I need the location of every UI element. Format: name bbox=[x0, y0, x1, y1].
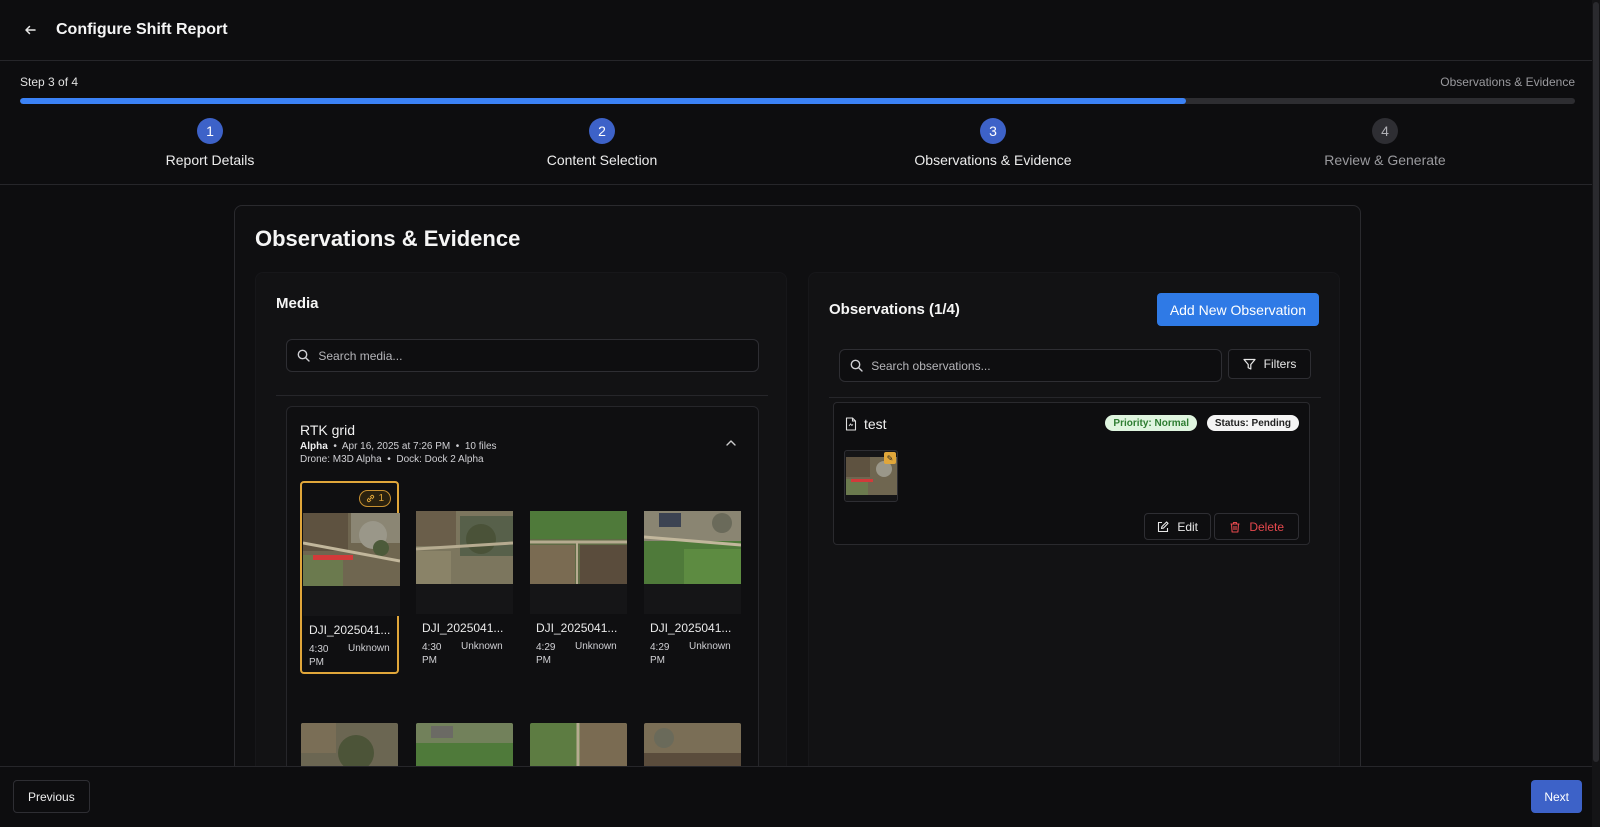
divider bbox=[829, 397, 1321, 398]
step-number: 1 bbox=[197, 118, 223, 144]
media-item[interactable]: DJI_2025041... 4:29 PM Unknown bbox=[529, 481, 628, 674]
media-search-input[interactable] bbox=[318, 348, 758, 363]
media-location: Unknown bbox=[461, 641, 503, 652]
media-location: Unknown bbox=[575, 641, 617, 652]
group-meta: Alpha • Apr 16, 2025 at 7:26 PM • 10 fil… bbox=[300, 441, 497, 452]
progress-bar bbox=[20, 98, 1575, 104]
observations-search-input[interactable] bbox=[871, 358, 1221, 373]
stepper: Step 3 of 4 Observations & Evidence 1 Re… bbox=[0, 61, 1600, 185]
group-date: Apr 16, 2025 at 7:26 PM bbox=[341, 441, 451, 452]
page-title: Configure Shift Report bbox=[56, 21, 228, 38]
evidence-thumbnail[interactable]: ✎ bbox=[844, 450, 898, 502]
media-group: RTK grid Alpha • Apr 16, 2025 at 7:26 PM… bbox=[286, 406, 759, 804]
filters-button[interactable]: Filters bbox=[1228, 349, 1311, 379]
group-files: 10 files bbox=[464, 441, 497, 452]
step-1[interactable]: 1 Report Details bbox=[110, 118, 310, 168]
filter-icon bbox=[1243, 358, 1256, 370]
edit-icon bbox=[1158, 520, 1169, 532]
edit-label: Edit bbox=[1177, 519, 1198, 534]
group-team: Alpha bbox=[300, 441, 328, 452]
search-icon bbox=[850, 359, 863, 373]
link-count-badge: 1 bbox=[359, 490, 391, 507]
observation-name: test bbox=[864, 416, 887, 432]
step-number: 3 bbox=[980, 118, 1006, 144]
media-file-name: DJI_2025041... bbox=[422, 621, 504, 635]
page-scrollbar[interactable] bbox=[1592, 0, 1600, 827]
pencil-icon: ✎ bbox=[884, 452, 896, 464]
step-number: 4 bbox=[1372, 118, 1398, 144]
group-drone: Drone: M3D Alpha bbox=[300, 454, 382, 465]
previous-button[interactable]: Previous bbox=[13, 780, 90, 813]
delete-button[interactable]: Delete bbox=[1214, 513, 1299, 540]
trash-icon bbox=[1230, 521, 1240, 533]
current-step-name: Observations & Evidence bbox=[1440, 75, 1575, 89]
link-icon bbox=[367, 494, 375, 503]
edit-button[interactable]: Edit bbox=[1144, 513, 1211, 540]
observations-panel: Observations (1/4) Add New Observation F… bbox=[808, 272, 1340, 804]
link-count: 1 bbox=[378, 493, 384, 504]
observations-search[interactable] bbox=[839, 349, 1222, 382]
step-count: Step 3 of 4 bbox=[20, 75, 79, 89]
back-arrow-icon[interactable] bbox=[20, 20, 40, 40]
step-3[interactable]: 3 Observations & Evidence bbox=[893, 118, 1093, 168]
progress-fill bbox=[20, 98, 1187, 104]
add-observation-button[interactable]: Add New Observation bbox=[1156, 293, 1319, 326]
priority-badge: Priority: Normal bbox=[1105, 415, 1197, 431]
media-panel: Media RTK grid Alpha • Apr 16, 2025 at 7… bbox=[255, 272, 787, 804]
aerial-photo-thumbnail bbox=[644, 511, 741, 584]
media-search[interactable] bbox=[286, 339, 759, 372]
step-label: Observations & Evidence bbox=[914, 152, 1072, 168]
aerial-photo-thumbnail bbox=[303, 513, 400, 586]
filters-label: Filters bbox=[1263, 357, 1297, 371]
step-label: Report Details bbox=[165, 152, 255, 168]
aerial-photo-thumbnail bbox=[530, 511, 627, 584]
media-time: 4:29 PM bbox=[650, 642, 670, 666]
next-button[interactable]: Next bbox=[1531, 780, 1582, 813]
media-file-name: DJI_2025041... bbox=[536, 621, 618, 635]
group-meta-devices: Drone: M3D Alpha • Dock: Dock 2 Alpha bbox=[300, 454, 484, 465]
top-bar: Configure Shift Report bbox=[0, 0, 1600, 61]
media-title: Media bbox=[276, 295, 319, 312]
group-dock: Dock: Dock 2 Alpha bbox=[396, 454, 484, 465]
chevron-up-icon[interactable] bbox=[726, 437, 736, 449]
section-title: Observations & Evidence bbox=[255, 226, 521, 251]
status-badge: Status: Pending bbox=[1206, 415, 1299, 431]
delete-label: Delete bbox=[1249, 519, 1284, 534]
divider bbox=[276, 395, 768, 396]
media-location: Unknown bbox=[689, 641, 731, 652]
step-4[interactable]: 4 Review & Generate bbox=[1285, 118, 1485, 168]
observations-title: Observations (1/4) bbox=[829, 301, 960, 318]
media-location: Unknown bbox=[348, 643, 390, 654]
media-item[interactable]: 1 DJI_2025041... 4:30 PM Unknown bbox=[300, 481, 400, 674]
group-name: RTK grid bbox=[300, 422, 355, 438]
observations-evidence-card: Observations & Evidence Media RTK grid A… bbox=[234, 205, 1361, 805]
aerial-photo-thumbnail bbox=[416, 511, 513, 584]
search-icon bbox=[297, 349, 310, 363]
step-number: 2 bbox=[589, 118, 615, 144]
media-item[interactable]: DJI_2025041... 4:29 PM Unknown bbox=[643, 481, 742, 674]
step-label: Review & Generate bbox=[1324, 152, 1446, 168]
media-file-name: DJI_2025041... bbox=[309, 623, 391, 637]
media-time: 4:30 PM bbox=[422, 642, 442, 666]
footer-bar: Previous Next bbox=[0, 766, 1600, 827]
step-label: Content Selection bbox=[546, 152, 658, 168]
observation-card[interactable]: test Priority: Normal Status: Pending ✎ bbox=[833, 402, 1310, 545]
media-file-name: DJI_2025041... bbox=[650, 621, 732, 635]
step-2[interactable]: 2 Content Selection bbox=[502, 118, 702, 168]
media-time: 4:29 PM bbox=[536, 642, 556, 666]
media-time: 4:30 PM bbox=[309, 644, 329, 668]
document-icon bbox=[845, 417, 857, 431]
media-item[interactable]: DJI_2025041... 4:30 PM Unknown bbox=[415, 481, 514, 674]
scrollbar-thumb[interactable] bbox=[1593, 2, 1599, 762]
